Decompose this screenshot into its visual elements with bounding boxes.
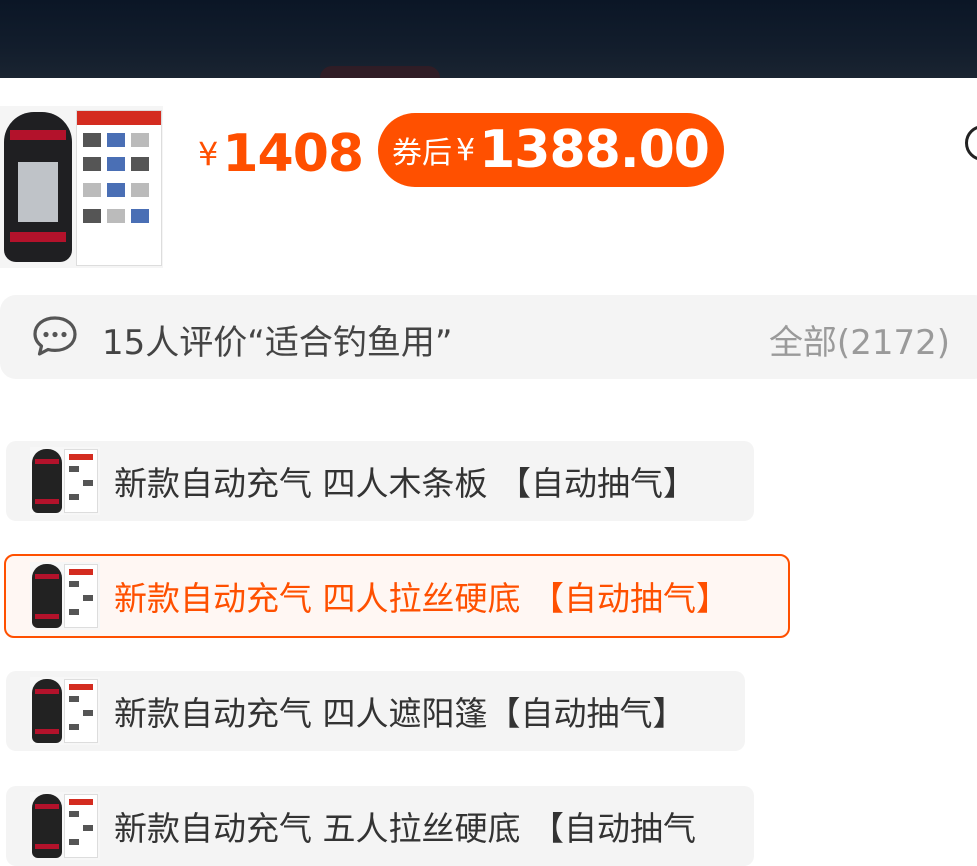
- header-banner-image: [0, 0, 977, 78]
- accessory-panel-image: [76, 110, 162, 266]
- coupon-label: 券后: [392, 136, 452, 171]
- sku-thumbnail: [30, 562, 100, 630]
- sku-option-label: 新款自动充气 四人遮阳篷【自动抽气】: [114, 694, 686, 733]
- all-reviews-link[interactable]: 全部(2172): [769, 315, 950, 364]
- review-summary-bar[interactable]: 15人评价“适合钓鱼用” 全部(2172): [0, 295, 977, 379]
- sku-option-selected[interactable]: 新款自动充气 四人拉丝硬底 【自动抽气】: [4, 554, 790, 638]
- review-summary-text: 15人评价“适合钓鱼用”: [102, 323, 453, 363]
- banner-edge: [320, 66, 440, 78]
- sku-option[interactable]: 新款自动充气 五人拉丝硬底 【自动抽气: [6, 786, 754, 866]
- sku-thumbnail: [30, 447, 100, 515]
- sku-option-label: 新款自动充气 四人木条板 【自动抽气】: [114, 464, 696, 503]
- coupon-currency-symbol: ¥: [456, 132, 476, 168]
- sku-option[interactable]: 新款自动充气 四人木条板 【自动抽气】: [6, 441, 754, 521]
- coupon-price-badge: 券后 ¥ 1388.00: [378, 113, 724, 187]
- boat-image: [4, 112, 72, 262]
- product-thumbnail[interactable]: [0, 106, 163, 268]
- sku-option-label: 新款自动充气 四人拉丝硬底 【自动抽气】: [114, 579, 729, 618]
- chat-bubble-icon: [33, 316, 77, 356]
- sku-thumbnail: [30, 677, 100, 745]
- sku-option-label: 新款自动充气 五人拉丝硬底 【自动抽气: [114, 809, 696, 848]
- coupon-price-value: 1388.00: [479, 120, 710, 180]
- original-price-value: 1408: [222, 124, 364, 184]
- sku-option[interactable]: 新款自动充气 四人遮阳篷【自动抽气】: [6, 671, 745, 751]
- original-price: ¥1408: [198, 124, 364, 184]
- sku-thumbnail: [30, 792, 100, 860]
- currency-symbol: ¥: [198, 135, 219, 173]
- close-icon[interactable]: [965, 125, 977, 161]
